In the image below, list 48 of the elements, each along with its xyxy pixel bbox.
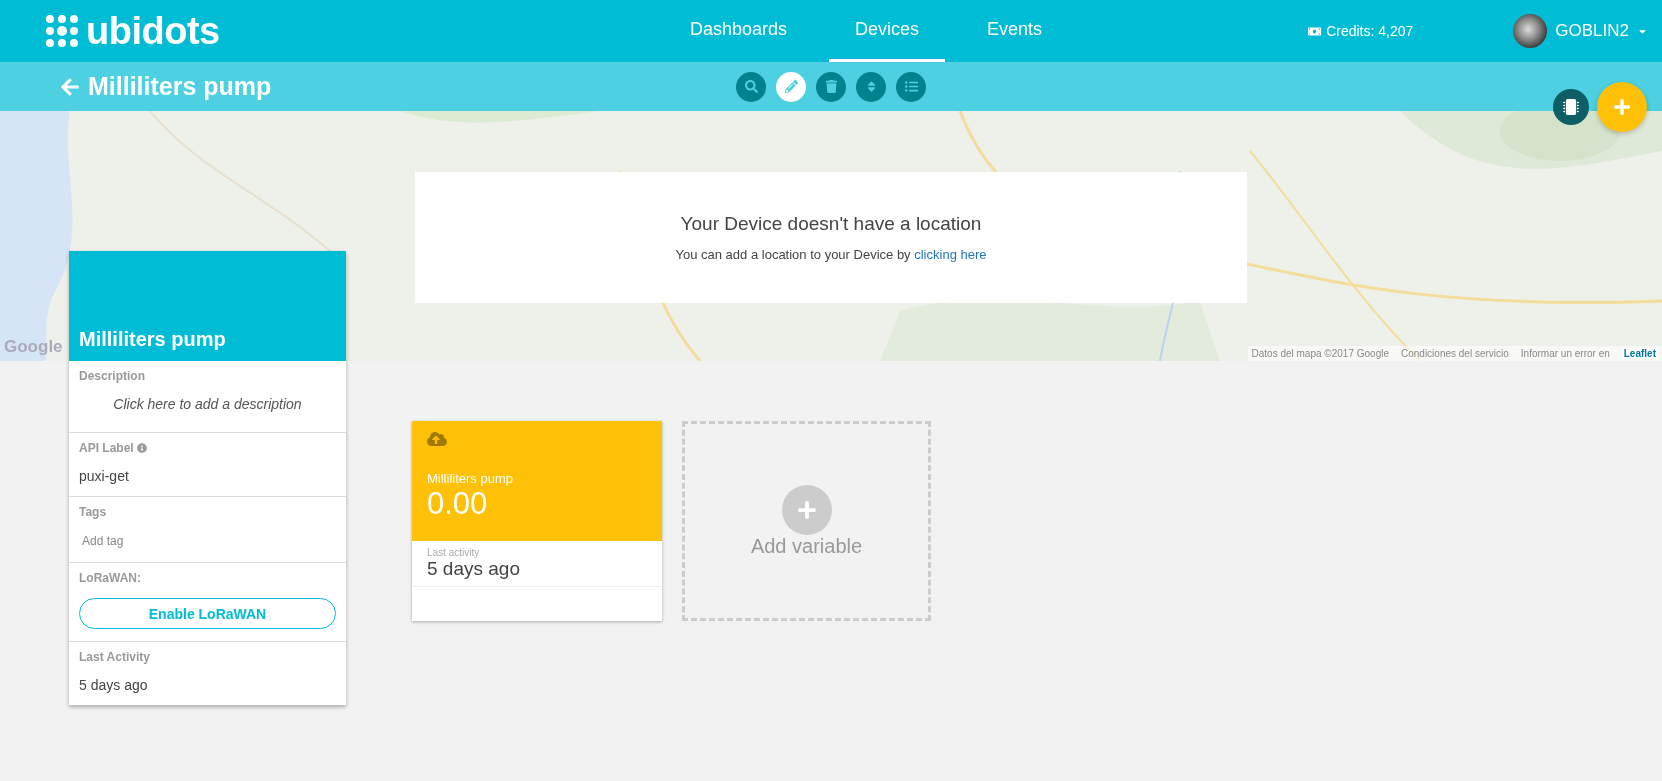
sort-button[interactable] — [856, 71, 886, 102]
add-variable-tile[interactable]: Add variable — [682, 421, 931, 621]
map-attribution[interactable]: Condiciones del servicio — [1401, 348, 1509, 359]
search-icon[interactable] — [744, 80, 758, 93]
dots-logo-icon — [44, 13, 80, 49]
device-title: Milliliters pump — [79, 328, 226, 351]
variable-value: 0.00 — [427, 486, 489, 522]
nav-tab[interactable]: Dashboards — [664, 0, 814, 62]
add-button[interactable] — [1597, 82, 1647, 132]
leaflet-link[interactable]: Leaflet — [1621, 348, 1658, 359]
chip-icon[interactable] — [1563, 99, 1579, 115]
trash-icon[interactable] — [824, 80, 838, 93]
map-attribution[interactable]: Informar un error en — [1520, 348, 1610, 359]
field-label: Description — [79, 369, 146, 383]
enable-lorawan-button[interactable]: Enable LoRaWAN — [79, 598, 336, 629]
field-label: Tags — [79, 505, 108, 519]
description-text[interactable]: Click here to add a description — [79, 396, 336, 420]
plus-icon[interactable] — [1613, 98, 1631, 116]
logo-text: ubidots — [86, 9, 220, 53]
field-value: 5 days ago — [79, 677, 149, 693]
map-attribution[interactable]: Datos del mapa ©2017 Google — [1251, 348, 1389, 359]
add-variable-label: Add variable — [750, 534, 863, 558]
activity-label: Last activity — [427, 547, 481, 558]
nav-tab[interactable]: Events — [961, 0, 1069, 62]
back-arrow-icon[interactable] — [60, 76, 80, 97]
cloud-upload-icon — [427, 429, 447, 449]
field-label: API Label — [79, 441, 134, 455]
field-value: puxi-get — [79, 468, 130, 484]
chip-button[interactable] — [1553, 89, 1589, 125]
variable-card[interactable]: Milliliters pump 0.00 Last activity 5 days ago — [412, 421, 662, 621]
field-label: Last Activity — [79, 650, 151, 664]
delete-button[interactable] — [816, 71, 846, 102]
activity-value: 5 days ago — [427, 558, 521, 580]
info-icon[interactable] — [136, 443, 147, 453]
credits-text: Credits: 4,207 — [1326, 23, 1414, 39]
location-text: You can add a location to your Device by clicking here — [675, 247, 987, 262]
user-name[interactable]: GOBLIN2 — [1555, 21, 1629, 41]
field-label: LoRaWAN: — [79, 571, 142, 585]
avatar[interactable] — [1513, 14, 1548, 48]
edit-button[interactable] — [776, 71, 806, 102]
search-button[interactable] — [736, 71, 766, 102]
pencil-icon[interactable] — [784, 80, 798, 93]
google-logo: Google — [4, 337, 63, 357]
list-icon[interactable] — [904, 80, 918, 93]
location-title: Your Device doesn't have a location — [680, 213, 982, 235]
list-button[interactable] — [896, 71, 926, 102]
add-location-link[interactable]: clicking here — [914, 247, 987, 262]
variable-name: Milliliters pump — [427, 471, 514, 486]
